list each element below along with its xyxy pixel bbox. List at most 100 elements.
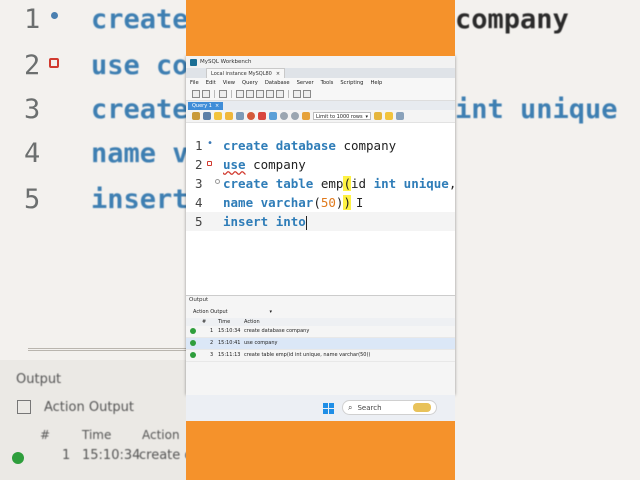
bg-output-panel: Output Action Output # Time Action 1 15:… (0, 360, 186, 480)
orange-frame-top (186, 0, 455, 56)
search-table-data-icon[interactable] (293, 90, 301, 98)
chevron-down-icon: ▾ (365, 114, 368, 120)
bg-line-number-5: 5 (24, 184, 41, 215)
toolbar-separator (288, 90, 289, 98)
editor-line-1: 1 • create database company (186, 136, 455, 155)
main-toolbar (186, 88, 455, 101)
workbench-dolphin-icon (190, 58, 197, 66)
bg-row1-action: create d (139, 448, 186, 463)
row-time: 15:11:13 (218, 352, 241, 358)
text-caret (305, 215, 307, 230)
windows-start-icon[interactable] (323, 403, 334, 414)
menu-query[interactable]: Query (242, 80, 258, 86)
bg-success-icon (12, 452, 24, 464)
bg-code-line-1: create (91, 4, 186, 35)
new-sql-tab-icon[interactable] (192, 90, 200, 98)
limit-rows-label: Limit to 1000 rows (316, 114, 363, 120)
taskbar-search[interactable]: ⌕ Search (342, 400, 437, 415)
create-table-icon[interactable] (246, 90, 254, 98)
query-tab-label: Query 1 (192, 103, 212, 109)
line-number: 3 (195, 176, 203, 191)
app-title: MySQL Workbench (200, 59, 252, 65)
close-tab-icon[interactable]: × (276, 71, 280, 77)
output-mode-select[interactable]: Action Output ▾ (190, 307, 275, 316)
open-sql-script-icon[interactable] (202, 90, 210, 98)
line-number: 2 (195, 157, 203, 172)
close-query-tab-icon[interactable]: × (215, 103, 219, 109)
menu-database[interactable]: Database (265, 80, 290, 86)
rollback-icon[interactable] (291, 112, 299, 120)
output-mode-label: Action Output (193, 308, 228, 315)
find-icon[interactable] (385, 112, 393, 120)
code-line-4: name varchar(50)) I (223, 195, 364, 210)
fold-icon[interactable] (215, 179, 220, 184)
create-schema-icon[interactable] (236, 90, 244, 98)
line-number: 5 (195, 214, 203, 229)
bg-error-marker-icon (49, 58, 59, 68)
bg-col-number: # (40, 428, 51, 442)
invisible-chars-icon[interactable] (396, 112, 404, 120)
bg-right-code-1: company (455, 4, 569, 35)
bg-line-number-3: 3 (24, 94, 41, 125)
sql-editor[interactable]: 1 • create database company 2 use compan… (186, 136, 455, 292)
explain-icon[interactable] (236, 112, 244, 120)
beautify-icon[interactable] (374, 112, 382, 120)
bg-output-label: Output (16, 372, 62, 387)
background-left-panel: 1 2 3 4 5 create use co create name v in… (0, 0, 186, 480)
menu-view[interactable]: View (223, 80, 235, 86)
save-icon[interactable] (203, 112, 211, 120)
table-header: # Time Action (186, 318, 455, 326)
code-line-2: use company (223, 157, 306, 172)
menu-scripting[interactable]: Scripting (340, 80, 363, 86)
table-row[interactable]: 1 15:10:34 create database company (186, 326, 455, 338)
bg-code-line-4: name v (91, 138, 186, 169)
create-function-icon[interactable] (276, 90, 284, 98)
bg-statement-marker-icon (51, 12, 58, 19)
query-tab[interactable]: Query 1 × (188, 102, 224, 110)
commit-icon[interactable] (280, 112, 288, 120)
editor-line-2: 2 use company (186, 155, 455, 174)
inspector-icon[interactable] (219, 90, 227, 98)
connection-tab-label: Local instance MySQL80 (211, 70, 272, 77)
open-file-icon[interactable] (192, 112, 200, 120)
bg-code-line-2: use co (91, 50, 186, 81)
table-row[interactable]: 2 15:10:41 use company (186, 338, 455, 350)
row-action: use company (244, 340, 278, 346)
success-check-icon (190, 340, 196, 346)
toolbar-separator (231, 90, 232, 98)
bg-col-action: Action (142, 428, 180, 442)
menu-bar: File Edit View Query Database Server Too… (186, 78, 455, 88)
bg-row1-num: 1 (62, 448, 71, 463)
code-line-5: insert into (223, 214, 307, 230)
bg-line-number-1: 1 (24, 4, 41, 35)
row-action: create database company (244, 328, 310, 334)
orange-frame-bottom (186, 421, 455, 480)
menu-help[interactable]: Help (370, 80, 382, 86)
row-action: create table emp(id int unique, name var… (244, 352, 371, 358)
row-time: 15:10:41 (218, 340, 241, 346)
reconnect-icon[interactable] (303, 90, 311, 98)
create-view-icon[interactable] (256, 90, 264, 98)
stop-icon[interactable] (247, 112, 255, 120)
bg-line-number-4: 4 (24, 138, 41, 169)
toggle-output-icon[interactable] (302, 112, 310, 120)
menu-edit[interactable]: Edit (206, 80, 216, 86)
limit-rows-select[interactable]: Limit to 1000 rows ▾ (313, 112, 371, 120)
toggle-stop-on-error-icon[interactable] (258, 112, 266, 120)
create-procedure-icon[interactable] (266, 90, 274, 98)
menu-tools[interactable]: Tools (321, 80, 334, 86)
table-row[interactable]: 3 15:11:13 create table emp(id int uniqu… (186, 350, 455, 362)
connection-tab[interactable]: Local instance MySQL80 × (206, 68, 286, 78)
background-right-panel: company int unique (455, 0, 640, 480)
execute-statement-icon[interactable] (225, 112, 233, 120)
code-line-3: create table emp(id int unique, (223, 176, 455, 191)
menu-server[interactable]: Server (297, 80, 314, 86)
line-number: 1 (195, 138, 203, 153)
editor-line-3: 3 create table emp(id int unique, (186, 174, 455, 193)
autocommit-icon[interactable] (269, 112, 277, 120)
execute-lightning-icon[interactable] (214, 112, 222, 120)
menu-file[interactable]: File (190, 80, 199, 86)
bg-col-time: Time (82, 428, 112, 442)
row-number: 1 (210, 328, 214, 334)
row-number: 2 (210, 340, 214, 346)
